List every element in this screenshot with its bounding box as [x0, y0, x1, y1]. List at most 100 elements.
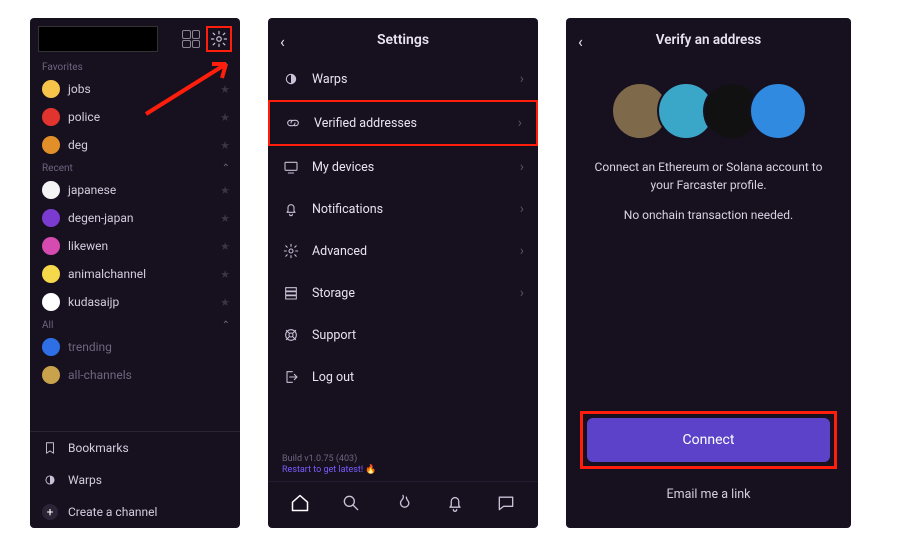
back-button[interactable]: ‹ [578, 32, 583, 51]
bell-icon [282, 200, 300, 218]
channel-avatar [42, 108, 60, 126]
settings-row-warps[interactable]: Warps › [268, 58, 538, 100]
favorite-star-icon[interactable]: ★ [220, 184, 230, 197]
favorite-star-icon[interactable]: ★ [220, 139, 230, 152]
tab-search[interactable] [340, 492, 362, 514]
chevron-up-icon: ⌃ [222, 163, 230, 174]
channel-avatar [42, 338, 60, 356]
page-title: Settings [377, 32, 429, 48]
settings-row-label: Verified addresses [314, 116, 417, 131]
qr-icon[interactable] [182, 30, 200, 48]
sidebar-item-japanese[interactable]: japanese ★ [30, 176, 240, 204]
avatar-3 [749, 82, 807, 140]
settings-row-verified[interactable]: Verified addresses › [268, 100, 538, 146]
sidebar-item-trending[interactable]: trending [30, 333, 240, 361]
channel-label: police [68, 110, 100, 124]
channel-avatar [42, 237, 60, 255]
chevron-right-icon: › [520, 159, 524, 175]
sidebar-item-likewen[interactable]: likewen ★ [30, 232, 240, 260]
half-circle-icon [282, 70, 300, 88]
restart-prompt[interactable]: Restart to get latest! 🔥 [282, 465, 524, 477]
chevron-right-icon: › [518, 115, 522, 131]
favorites-header[interactable]: Favorites ⌃ [30, 58, 240, 75]
channel-label: likewen [68, 239, 108, 253]
recent-header[interactable]: Recent ⌃ [30, 159, 240, 176]
settings-row-advanced[interactable]: Advanced › [268, 230, 538, 272]
create-channel-label: Create a channel [68, 505, 157, 519]
verify-line2: No onchain transaction needed. [624, 208, 793, 222]
gear-icon [282, 242, 300, 260]
settings-panel: ‹ Settings Warps › Verified addresses › … [268, 18, 538, 528]
channel-avatar [42, 181, 60, 199]
channel-label: trending [68, 340, 112, 354]
warps-label: Warps [68, 473, 102, 487]
channel-avatar [42, 209, 60, 227]
sidebar-item-degen-japan[interactable]: degen-japan ★ [30, 204, 240, 232]
all-header[interactable]: All ⌃ [30, 316, 240, 333]
plus-icon: + [42, 504, 58, 520]
settings-row-devices[interactable]: My devices › [268, 146, 538, 188]
verify-header: ‹ Verify an address [566, 18, 851, 56]
gear-icon [210, 30, 228, 48]
verify-line1: Connect an Ethereum or Solana account to… [595, 160, 823, 192]
sidebar-item-all-channels[interactable]: all-channels [30, 361, 240, 389]
sidebar-item-kudasaijp[interactable]: kudasaijp ★ [30, 288, 240, 316]
favorite-star-icon[interactable]: ★ [220, 212, 230, 225]
email-link-button[interactable]: Email me a link [580, 479, 837, 510]
favorite-star-icon[interactable]: ★ [220, 268, 230, 281]
settings-row-notif[interactable]: Notifications › [268, 188, 538, 230]
create-channel-link[interactable]: + Create a channel [30, 496, 240, 528]
sidebar-item-police[interactable]: police ★ [30, 103, 240, 131]
tab-home[interactable] [289, 492, 311, 514]
favorite-star-icon[interactable]: ★ [220, 240, 230, 253]
bookmark-icon [42, 440, 58, 456]
channel-avatar [42, 265, 60, 283]
sidebar-item-jobs[interactable]: jobs ★ [30, 75, 240, 103]
chevron-right-icon: › [520, 243, 524, 259]
bookmarks-link[interactable]: Bookmarks [30, 432, 240, 464]
settings-row-logout[interactable]: Log out [268, 356, 538, 398]
channel-avatar [42, 136, 60, 154]
avatar-stack [566, 82, 851, 140]
favorite-star-icon[interactable]: ★ [220, 296, 230, 309]
sidebar-panel: Favorites ⌃ jobs ★ police ★ deg ★ Recent… [30, 18, 240, 528]
settings-row-label: My devices [312, 160, 374, 175]
settings-row-storage[interactable]: Storage › [268, 272, 538, 314]
monitor-icon [282, 158, 300, 176]
tab-messages[interactable] [495, 492, 517, 514]
logout-icon [282, 368, 300, 386]
channel-label: animalchannel [68, 267, 146, 281]
sidebar-bottom: Bookmarks Warps + Create a channel [30, 431, 240, 528]
channel-avatar [42, 293, 60, 311]
settings-header: ‹ Settings [268, 18, 538, 58]
sidebar-item-animalchannel[interactable]: animalchannel ★ [30, 260, 240, 288]
settings-button[interactable] [206, 26, 232, 52]
channel-label: degen-japan [68, 211, 133, 225]
settings-row-label: Advanced [312, 244, 367, 259]
settings-row-support[interactable]: Support [268, 314, 538, 356]
chevron-up-icon: ⌃ [222, 62, 230, 73]
build-info: Build v1.0.75 (403) Restart to get lates… [268, 448, 538, 481]
settings-row-label: Warps [312, 72, 347, 87]
verify-panel: ‹ Verify an address Connect an Ethereum … [566, 18, 851, 528]
chevron-right-icon: › [520, 71, 524, 87]
connect-button[interactable]: Connect [587, 418, 830, 462]
favorites-label: Favorites [42, 62, 83, 73]
chevron-right-icon: › [520, 285, 524, 301]
build-version: Build v1.0.75 (403) [282, 454, 524, 466]
link-icon [284, 114, 302, 132]
profile-header[interactable] [38, 26, 158, 52]
channel-label: japanese [68, 183, 116, 197]
tab-notifications[interactable] [444, 492, 466, 514]
channel-label: deg [68, 138, 88, 152]
page-title: Verify an address [656, 32, 761, 48]
settings-row-label: Notifications [312, 202, 383, 217]
chevron-up-icon: ⌃ [222, 320, 230, 331]
settings-row-label: Log out [312, 370, 354, 385]
warps-link[interactable]: Warps [30, 464, 240, 496]
favorite-star-icon[interactable]: ★ [220, 83, 230, 96]
tab-fire[interactable] [392, 492, 414, 514]
sidebar-item-deg[interactable]: deg ★ [30, 131, 240, 159]
back-button[interactable]: ‹ [280, 32, 285, 51]
favorite-star-icon[interactable]: ★ [220, 111, 230, 124]
